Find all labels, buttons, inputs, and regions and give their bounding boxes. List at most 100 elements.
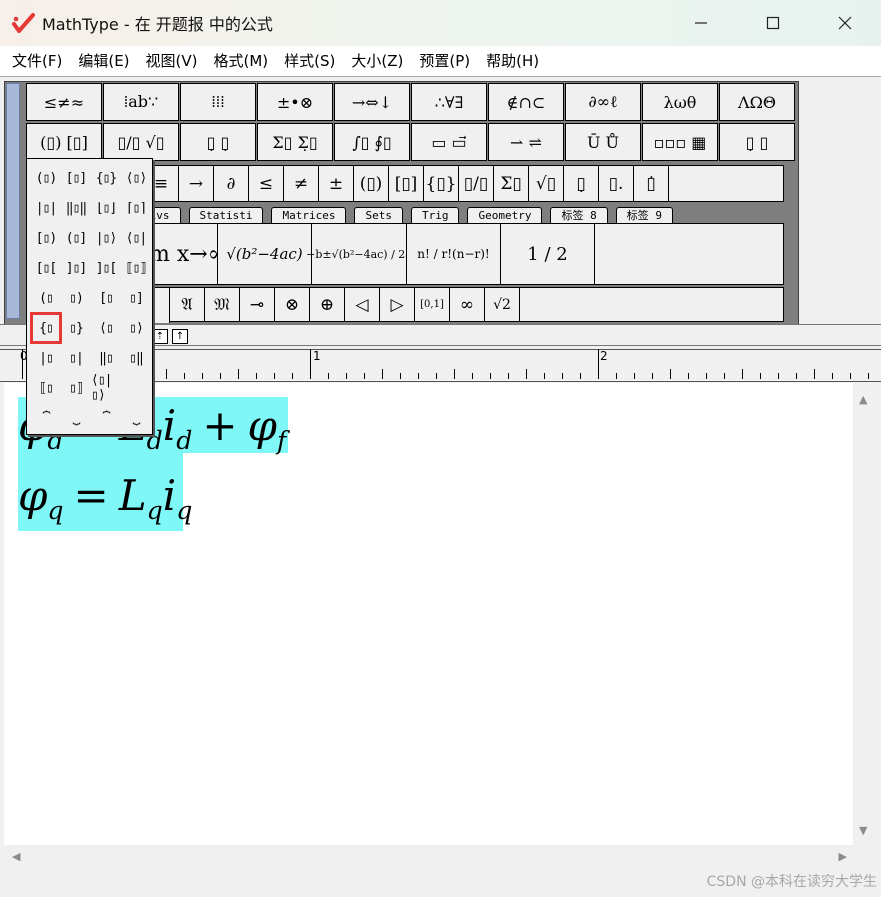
small-subscript-button[interactable]: ▯.	[599, 166, 634, 201]
palette-drag-handle[interactable]	[6, 83, 20, 319]
fence-template-item[interactable]: (▯)	[31, 163, 61, 193]
fence-template-item[interactable]: ▯⟧	[61, 373, 91, 403]
menu-format[interactable]: 格式(M)	[206, 46, 277, 76]
equation-line-2[interactable]: φq = Lqiq	[18, 471, 192, 525]
fence-template-item[interactable]: ▯‖	[121, 343, 151, 373]
infinity-button[interactable]: ∞	[450, 288, 485, 321]
small-superscript-button[interactable]: ▯̣	[564, 166, 599, 201]
small-sqrt-button[interactable]: √▯	[529, 166, 564, 201]
menu-preferences[interactable]: 预置(P)	[411, 46, 478, 76]
template-quadratic-formula[interactable]: −b±√(b²−4ac) / 2a	[306, 224, 412, 284]
palette-bars-button[interactable]: ▭ ▭⃗	[411, 123, 487, 161]
fence-template-item[interactable]: ]▯]	[61, 253, 91, 283]
small-sum-button[interactable]: Σ▯	[494, 166, 529, 201]
fence-template-item[interactable]: ‖▯	[91, 343, 121, 373]
fence-template-item[interactable]: ⟨▯|▯⟩	[91, 373, 121, 403]
tab-label-9[interactable]: 标签 9	[615, 207, 673, 223]
palette-labeled-arrows-button[interactable]: ⇀ ⇌	[488, 123, 564, 161]
palette-sets-button[interactable]: ∉∩⊂	[488, 83, 564, 121]
small-leq-button[interactable]: ≤	[249, 166, 284, 201]
fence-template-item[interactable]: |▯	[31, 343, 61, 373]
fence-template-item[interactable]: {▯}	[91, 163, 121, 193]
fence-template-item[interactable]: ▯|	[61, 343, 91, 373]
fence-template-item[interactable]: ⟦▯	[31, 373, 61, 403]
fence-template-item[interactable]: ⏟	[61, 403, 91, 433]
right-triangle-button[interactable]: ▷	[380, 288, 415, 321]
maximize-button[interactable]	[737, 0, 809, 46]
left-triangle-button[interactable]: ◁	[345, 288, 380, 321]
fence-template-item[interactable]: (▯	[31, 283, 61, 313]
palette-integrals-button[interactable]: ∫▯ ∮▯	[334, 123, 410, 161]
multimap-button[interactable]: ⊸	[240, 288, 275, 321]
fence-template-item[interactable]: ⟨▯|	[121, 223, 151, 253]
fence-template-item[interactable]: ⟦▯⟧	[121, 253, 151, 283]
fence-template-item[interactable]: ▯)	[61, 283, 91, 313]
palette-embellishments-button[interactable]: ⁞⁞⁞	[180, 83, 256, 121]
menu-file[interactable]: 文件(F)	[4, 46, 70, 76]
menu-style[interactable]: 样式(S)	[276, 46, 343, 76]
small-plusminus-button[interactable]: ±	[319, 166, 354, 201]
small-rightarrow-button[interactable]: →	[179, 166, 214, 201]
fence-template-item[interactable]: ]▯[	[91, 253, 121, 283]
fence-template-item[interactable]: ⌈▯⌉	[121, 193, 151, 223]
fence-template-item[interactable]: [▯	[91, 283, 121, 313]
fence-template-item[interactable]: ‖▯‖	[61, 193, 91, 223]
template-empty-slot[interactable]	[595, 224, 783, 284]
fence-template-item[interactable]: ⏞	[31, 403, 61, 433]
horizontal-scrollbar[interactable]: ◀ ▶	[4, 845, 853, 869]
fence-template-item[interactable]: ⟨▯⟩	[121, 163, 151, 193]
template-combination[interactable]: n! / r!(n−r)!	[407, 224, 501, 284]
fence-template-item[interactable]: ▯]	[121, 283, 151, 313]
small-parens-button[interactable]: (▯)	[354, 166, 389, 201]
fence-template-item[interactable]: ⏞	[91, 403, 121, 433]
align-top-icon[interactable]: ⇡	[152, 329, 168, 344]
palette-sums-button[interactable]: Σ▯ Σ̣▯	[257, 123, 333, 161]
menu-help[interactable]: 帮助(H)	[478, 46, 547, 76]
interval-button[interactable]: [0,1]	[415, 288, 450, 321]
menu-edit[interactable]: 编辑(E)	[70, 46, 137, 76]
tab-label-8[interactable]: 标签 8	[550, 207, 608, 223]
sqrt-two-button[interactable]: √2	[485, 288, 520, 321]
fence-template-item[interactable]: ▯⟩	[121, 313, 151, 343]
fence-template-item[interactable]: [▯]	[61, 163, 91, 193]
palette-greek-upper-button[interactable]: ΛΩΘ	[719, 83, 795, 121]
scroll-left-arrow-icon[interactable]: ◀	[12, 850, 20, 863]
palette-spaces-button[interactable]: ⁞ab∵	[103, 83, 179, 121]
align-up-icon[interactable]: ↑	[172, 329, 188, 344]
palette-fractions-button[interactable]: ▯/▯ √▯	[103, 123, 179, 161]
tab-matrices[interactable]: Matrices	[271, 207, 347, 223]
fence-template-item[interactable]: ⌊▯⌋	[91, 193, 121, 223]
tab-statistics[interactable]: Statisti	[188, 207, 264, 223]
fraktur-m-button[interactable]: 𝔐	[205, 288, 240, 321]
fence-template-item[interactable]: [▯)	[31, 223, 61, 253]
fence-template-item[interactable]: [▯[	[31, 253, 61, 283]
fence-template-item[interactable]: |▯|	[31, 193, 61, 223]
fence-template-item[interactable]: ▯}	[61, 313, 91, 343]
fence-template-item[interactable]: ⟨▯	[91, 313, 121, 343]
template-one-half[interactable]: 1 / 2	[501, 224, 595, 284]
fence-template-item[interactable]: (▯]	[61, 223, 91, 253]
close-button[interactable]	[809, 0, 881, 46]
fence-template-selected[interactable]: {▯	[30, 312, 62, 344]
palette-greek-lower-button[interactable]: λωθ	[642, 83, 718, 121]
palette-relations-button[interactable]: ≤≠≈	[26, 83, 102, 121]
small-fraction-button[interactable]: ▯/▯	[459, 166, 494, 201]
tab-sets[interactable]: Sets	[354, 207, 403, 223]
small-neq-button[interactable]: ≠	[284, 166, 319, 201]
palette-scripts-button[interactable]: ▯̣ ▯̣	[180, 123, 256, 161]
palette-misc-button[interactable]: ∂∞ℓ	[565, 83, 641, 121]
palette-fences-button[interactable]: (▯) [▯]	[26, 123, 102, 161]
palette-logic-button[interactable]: ∴∀∃	[411, 83, 487, 121]
tab-geometry[interactable]: Geometry	[467, 207, 543, 223]
equation-editor[interactable]: φd=Ldid+φf φq=Lqiq	[4, 383, 853, 845]
scroll-up-arrow-icon[interactable]: ▲	[859, 393, 867, 406]
scroll-right-arrow-icon[interactable]: ▶	[839, 850, 847, 863]
palette-boxes-button[interactable]: ▯̣ ▯	[719, 123, 795, 161]
small-partial-button[interactable]: ∂	[214, 166, 249, 201]
menu-size[interactable]: 大小(Z)	[343, 46, 411, 76]
palette-matrices-button[interactable]: ▫▫▫ ▦	[642, 123, 718, 161]
template-sqrt-discriminant[interactable]: √(b²−4ac)	[218, 224, 312, 284]
otimes-button[interactable]: ⊗	[275, 288, 310, 321]
palette-products-button[interactable]: Ū Ů	[565, 123, 641, 161]
scroll-down-arrow-icon[interactable]: ▼	[859, 824, 867, 837]
